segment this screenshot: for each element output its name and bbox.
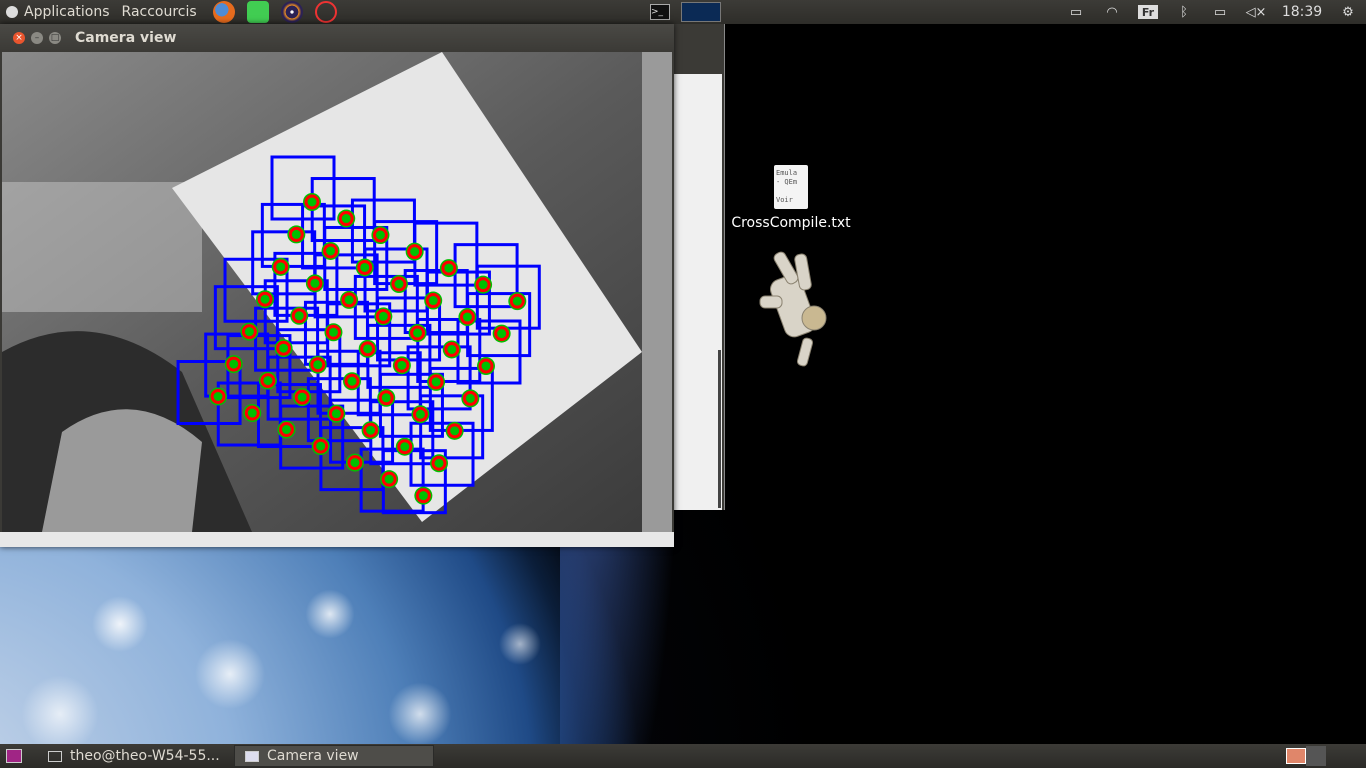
bottom-panel: theo@theo-W54-55... Camera view bbox=[0, 744, 1366, 768]
workspace-2[interactable] bbox=[1306, 746, 1326, 766]
applications-icon[interactable] bbox=[6, 6, 18, 18]
keyboard-layout-indicator[interactable]: Fr bbox=[1138, 5, 1158, 19]
background-window[interactable] bbox=[674, 24, 725, 510]
firefox-icon[interactable] bbox=[212, 1, 235, 23]
display-icon[interactable]: ▭ bbox=[1066, 5, 1086, 20]
astronaut-image bbox=[759, 251, 827, 367]
eclipse-icon[interactable] bbox=[280, 1, 303, 23]
show-desktop-icon[interactable] bbox=[6, 749, 22, 763]
system-monitor-icon[interactable] bbox=[681, 2, 721, 22]
window-icon bbox=[245, 750, 259, 762]
camera-frame bbox=[2, 52, 672, 532]
terminal-indicator-icon[interactable]: >_ bbox=[650, 4, 670, 20]
maximize-icon[interactable]: □ bbox=[49, 32, 61, 44]
taskbar-item-label: theo@theo-W54-55... bbox=[70, 748, 220, 764]
clock[interactable]: 18:39 bbox=[1282, 4, 1322, 20]
window-title: Camera view bbox=[75, 30, 177, 46]
file-preview-line bbox=[776, 187, 806, 196]
wifi-icon[interactable]: ◠ bbox=[1102, 5, 1122, 20]
system-tray: ▭ ◠ Fr ᛒ ▭ ◁× 18:39 ⚙ bbox=[1066, 0, 1358, 24]
top-panel: Applications Raccourcis >_ ▭ ◠ Fr ᛒ ▭ ◁×… bbox=[0, 0, 1366, 24]
window-bottom-edge bbox=[0, 532, 674, 547]
close-icon[interactable]: × bbox=[13, 32, 25, 44]
taskbar-item-camera-view[interactable]: Camera view bbox=[234, 745, 434, 767]
file-preview-line: - QEm bbox=[776, 178, 798, 186]
volume-muted-icon[interactable]: ◁× bbox=[1246, 5, 1267, 20]
terminal-icon bbox=[48, 750, 62, 762]
minimize-icon[interactable]: – bbox=[31, 32, 43, 44]
desktop-file-crosscompile[interactable]: Emula - QEm Voir CrossCompile.txt bbox=[731, 165, 851, 231]
network-icon[interactable] bbox=[314, 1, 337, 23]
taskbar-item-terminal[interactable]: theo@theo-W54-55... bbox=[38, 745, 230, 767]
taskbar-item-label: Camera view bbox=[267, 748, 359, 764]
shortcuts-menu[interactable]: Raccourcis bbox=[116, 4, 203, 20]
file-preview-line: Emula bbox=[776, 169, 798, 177]
file-preview-line: Voir bbox=[776, 196, 793, 204]
workspace-1[interactable] bbox=[1286, 748, 1306, 764]
camera-image bbox=[2, 52, 672, 532]
text-file-icon: Emula - QEm Voir bbox=[774, 165, 808, 209]
background-window-scrollbar[interactable] bbox=[718, 350, 721, 508]
camera-window: × – □ Camera view bbox=[0, 24, 674, 547]
window-titlebar[interactable]: × – □ Camera view bbox=[0, 24, 674, 52]
battery-icon[interactable]: ▭ bbox=[1210, 5, 1230, 20]
gear-icon[interactable]: ⚙ bbox=[1338, 5, 1358, 20]
applications-menu[interactable]: Applications bbox=[18, 4, 116, 20]
qt-creator-icon[interactable] bbox=[246, 1, 269, 23]
file-label: CrossCompile.txt bbox=[731, 215, 851, 231]
background-window-content bbox=[674, 74, 722, 510]
workspace-switcher[interactable] bbox=[1286, 746, 1326, 766]
bluetooth-icon[interactable]: ᛒ bbox=[1174, 5, 1194, 20]
